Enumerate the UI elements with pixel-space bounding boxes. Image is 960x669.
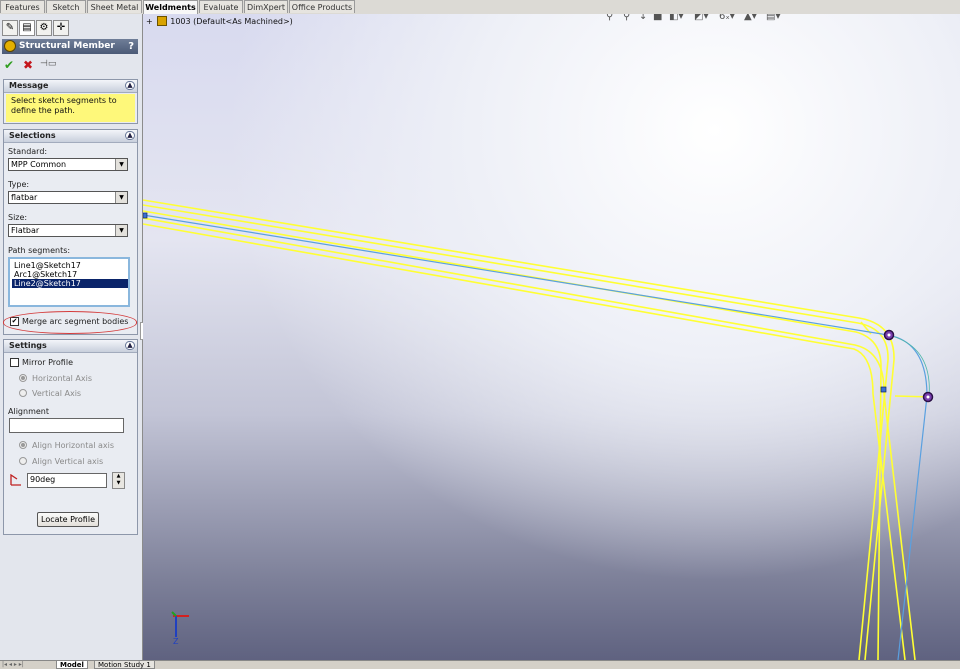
settings-header[interactable]: Settings ▲ [4,340,137,353]
settings-group: Settings ▲ Mirror Profile Horizontal Axis… [3,339,138,535]
alignment-field[interactable] [9,418,124,433]
path-segments-label: Path segments: [8,246,71,255]
model-view: Z [143,199,934,660]
selections-group: Selections ▲ Standard: MPP Common ▼ Type: … [3,129,138,335]
message-group: Message ▲ Select sketch segments to defin… [3,79,138,124]
triad-z-axis [171,611,177,617]
member-edge [143,204,889,660]
highlight-ellipse [3,311,137,334]
selections-header[interactable]: Selections ▲ [4,130,137,143]
sketch-point [143,212,148,219]
feature-tree-icon[interactable]: ✎ [2,20,18,36]
align-horizontal-label: Align Horizontal axis [32,441,115,450]
vertical-axis-label: Vertical Axis [32,389,82,398]
command-manager-tabs: Features Sketch Sheet Metal Weldments Ev… [0,0,960,14]
mirror-profile-checkbox[interactable] [10,358,19,367]
horizontal-axis-radio[interactable] [19,374,27,382]
size-label: Size: [8,213,28,222]
align-vertical-radio[interactable] [19,457,27,465]
member-edge [143,223,906,660]
type-label: Type: [8,180,30,189]
property-manager-title-bar: Structural Member ? [2,39,138,54]
cancel-button[interactable]: ✖ [23,58,33,72]
horizontal-axis-label: Horizontal Axis [32,374,92,383]
member-edge [143,210,882,660]
sketch-point [880,386,887,393]
angle-icon [10,473,22,486]
configuration-manager-icon[interactable]: ⚙ [36,20,52,36]
chevron-down-icon: ▼ [115,192,127,203]
graphics-area[interactable]: + 1003 (Default<As Machined>) ⚲ ⚲ ↓ ■ ◧▾… [143,14,960,660]
chevron-down-icon: ▼ [115,159,127,170]
spin-up-icon[interactable]: ▲ [113,473,124,480]
triad-z-label: Z [173,637,179,646]
mirror-profile-label: Mirror Profile [22,358,73,367]
align-horizontal-radio[interactable] [19,441,27,449]
message-text: Select sketch segments to define the pat… [6,94,135,122]
tab-sketch[interactable]: Sketch [46,0,86,13]
member-edge [143,199,895,660]
path-segments-list[interactable]: Line1@Sketch17 Arc1@Sketch17 Line2@Sketc… [8,257,130,307]
path-endpoint-center [887,333,891,337]
chevron-down-icon: ▼ [115,225,127,236]
triad-icon: Z [171,611,189,646]
property-manager-panel: ✎ ▤ ⚙ ✛ Structural Member ? ✔ ✖ ⊣▭ Messa… [0,14,146,660]
collapse-icon[interactable]: ▲ [125,131,135,140]
message-header[interactable]: Message ▲ [4,80,137,93]
help-icon[interactable]: ? [128,39,134,54]
angle-field[interactable]: 90deg [27,473,107,488]
list-item-selected[interactable]: Line2@Sketch17 [12,279,128,288]
tab-dimxpert[interactable]: DimXpert [244,0,288,13]
align-vertical-label: Align Vertical axis [32,457,104,466]
tab-evaluate[interactable]: Evaluate [199,0,243,13]
alignment-label: Alignment [8,407,49,416]
standard-label: Standard: [8,147,48,156]
structural-member-icon [4,40,16,52]
sketch-path [143,214,928,660]
vertical-axis-radio[interactable] [19,389,27,397]
size-dropdown[interactable]: Flatbar ▼ [8,224,128,237]
tab-sheet-metal[interactable]: Sheet Metal [87,0,142,13]
angle-spinner[interactable]: ▲ ▼ [112,472,125,489]
path-endpoint-center [926,395,930,399]
collapse-icon[interactable]: ▲ [125,81,135,90]
tab-weldments[interactable]: Weldments [143,0,198,14]
tab-office-products[interactable]: Office Products [289,0,355,13]
dimxpert-manager-icon[interactable]: ✛ [53,20,69,36]
pushpin-icon[interactable]: ⊣▭ [40,59,56,69]
tab-features[interactable]: Features [0,0,45,13]
ok-button[interactable]: ✔ [4,58,14,72]
property-manager-icon[interactable]: ▤ [19,20,35,36]
type-dropdown[interactable]: flatbar ▼ [8,191,128,204]
collapse-icon[interactable]: ▲ [125,341,135,350]
list-item[interactable]: Line1@Sketch17 [12,261,128,270]
member-edge [143,217,916,660]
locate-profile-button[interactable]: Locate Profile [37,512,99,527]
structural-member-outline [143,199,934,660]
spin-down-icon[interactable]: ▼ [113,480,124,487]
property-manager-title: Structural Member [19,41,115,51]
standard-dropdown[interactable]: MPP Common ▼ [8,158,128,171]
list-item[interactable]: Arc1@Sketch17 [12,270,128,279]
